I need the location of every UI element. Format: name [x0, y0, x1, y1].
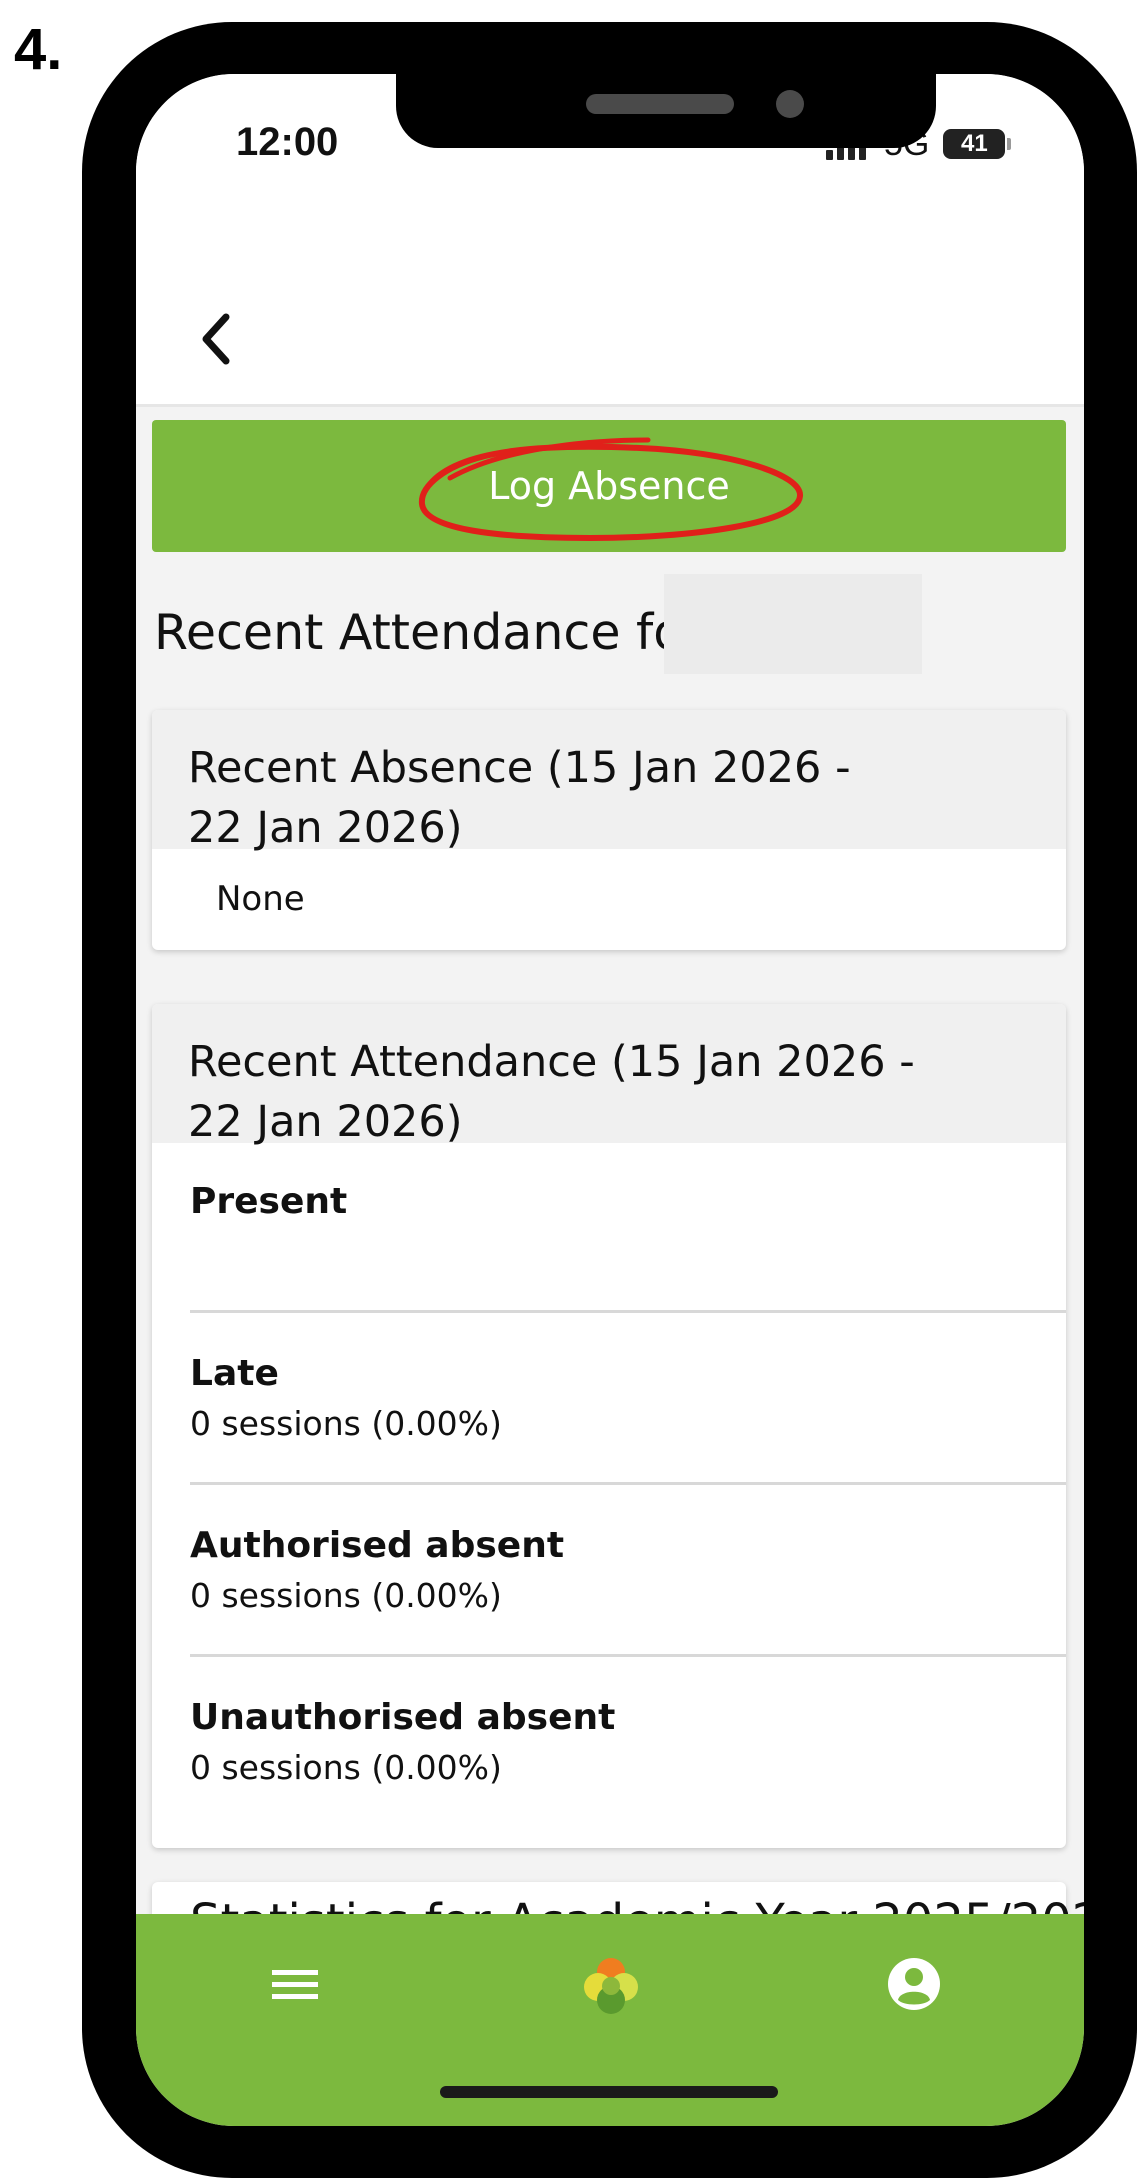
recent-absence-title-line1: Recent Absence (15 Jan 2026 -	[188, 743, 851, 793]
hamburger-menu-icon[interactable]	[270, 1964, 320, 2009]
stat-name: Authorised absent	[190, 1525, 565, 1566]
recent-attendance-heading: Recent Attendance for	[154, 604, 704, 661]
recent-absence-title: Recent Absence (15 Jan 2026 - 22 Jan 202…	[152, 710, 1066, 853]
stat-name: Present	[190, 1181, 348, 1222]
annotation-circle	[418, 437, 803, 542]
phone-frame: 12:00 5G 41 Log Absence	[82, 22, 1137, 2178]
stat-name: Late	[190, 1353, 279, 1394]
chevron-left-icon	[202, 313, 230, 365]
battery-icon: 41	[943, 129, 1006, 159]
recent-absence-card: Recent Absence (15 Jan 2026 - 22 Jan 202…	[152, 710, 1066, 950]
battery-level: 41	[961, 130, 988, 157]
back-button[interactable]	[186, 304, 246, 374]
recent-attendance-title: Recent Attendance (15 Jan 2026 - 22 Jan …	[152, 1004, 1066, 1147]
phone-screen: 12:00 5G 41 Log Absence	[136, 74, 1084, 2126]
camera	[776, 90, 804, 118]
stat-name: Unauthorised absent	[190, 1697, 616, 1738]
stat-row-late: Late 0 sessions (0.00%)	[190, 1313, 1066, 1485]
log-absence-button[interactable]: Log Absence	[152, 420, 1066, 552]
recent-attendance-title-line1: Recent Attendance (15 Jan 2026 -	[188, 1037, 915, 1087]
redacted-student-name	[664, 574, 922, 674]
speaker	[586, 94, 734, 114]
stat-value: 0 sessions (0.00%)	[190, 1748, 502, 1787]
step-number: 4.	[14, 17, 63, 82]
notch	[396, 74, 936, 148]
stat-row-unauthorised-absent: Unauthorised absent 0 sessions (0.00%)	[190, 1657, 1066, 1829]
stat-row-present: Present	[190, 1143, 1066, 1313]
stat-row-authorised-absent: Authorised absent 0 sessions (0.00%)	[190, 1485, 1066, 1657]
home-indicator[interactable]	[440, 2086, 778, 2098]
recent-absence-value: None	[216, 879, 305, 919]
stat-value: 0 sessions (0.00%)	[190, 1404, 502, 1443]
recent-attendance-card: Recent Attendance (15 Jan 2026 - 22 Jan …	[152, 1004, 1066, 1848]
stat-value: 0 sessions (0.00%)	[190, 1576, 502, 1615]
status-time: 12:00	[236, 120, 339, 164]
user-profile-icon[interactable]	[886, 1956, 942, 2017]
battery-tip	[1007, 138, 1012, 150]
app-logo-icon[interactable]	[576, 1950, 646, 2025]
